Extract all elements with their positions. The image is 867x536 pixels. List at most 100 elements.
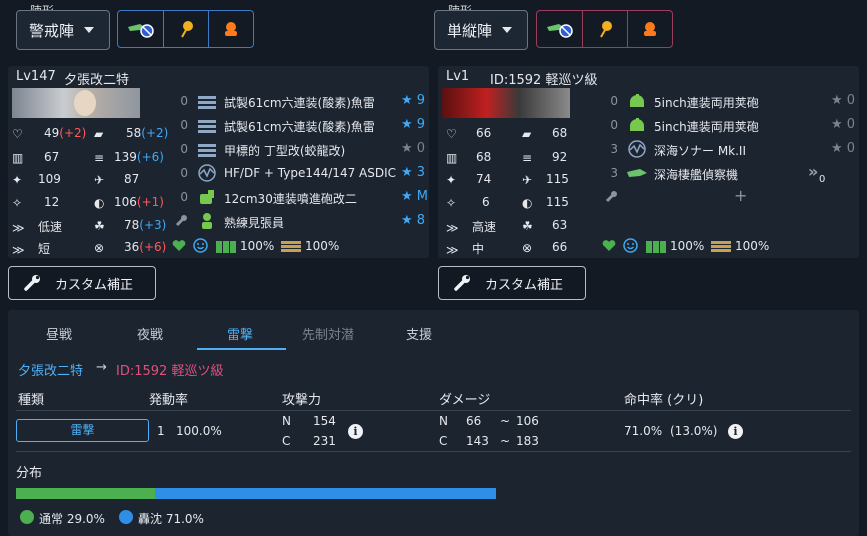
col-header-type: 種類 [18,393,45,408]
slot-name[interactable]: 深海棲艦偵察機 [654,166,738,183]
stat-asw-mod: (+6) [136,150,164,164]
col-header-accuracy: 命中率 (クリ) [624,393,704,408]
firepower-icon: ✦ [446,173,457,187]
slot-improvement: ★ 8 [401,213,426,228]
ammo-value: 100% [735,239,770,253]
torpedo-equip-icon [198,120,216,133]
stat-asw: 139 [114,150,137,164]
armor-icon: ▰ [522,127,532,141]
custom-modifier-label: カスタム補正 [485,277,564,293]
torpedo-equip-icon [198,96,216,109]
balloon-icon [600,21,612,38]
ammo-icon [711,241,731,252]
damage-crit-max: 183 [516,434,539,448]
custom-modifier-button[interactable]: カスタム補正 [8,266,156,300]
active-tab-indicator [197,348,286,350]
recon-plane-icon [627,169,647,177]
battle-result-panel: 昼戦 夜戦 雷撃 先制対潜 支援 夕張改二特 → ID:1592 軽巡ツ級 種類… [8,310,859,536]
stat-luck-mod: (+3) [139,218,167,232]
asw-icon: ≡ [94,151,105,165]
tab-night-battle[interactable]: 夜戦 [137,324,163,343]
table-divider [16,410,851,411]
chevron-down-icon [502,27,513,33]
stat-torpedo: 12 [44,195,60,209]
damage-tilde: ~ [500,414,511,428]
slot-count: 3 [610,166,618,180]
attack-info-icon[interactable]: i [348,424,363,439]
slot-name[interactable]: 試製61cm六連装(酸素)魚雷 [224,118,375,135]
slot-name[interactable]: 5inch連装両用荚砲 [654,118,759,135]
ammo-value: 100% [305,239,340,253]
accuracy-info-icon[interactable]: i [728,424,743,439]
ship-portrait [74,90,96,116]
slot-improvement: ★ 0 [831,93,856,108]
heart-icon [602,240,616,251]
slot-name[interactable]: 甲標的 丁型改(蛟龍改) [224,142,345,159]
slot-count: 0 [180,166,188,180]
firepower-icon: ✦ [12,173,23,187]
slot-count: 0 [610,118,618,132]
chevron-down-icon [84,27,95,33]
flagship-protect-button[interactable] [627,11,672,47]
attack-rate: 100.0% [176,424,222,438]
balloon-button[interactable] [163,11,208,47]
ship-level: Lv1 [446,69,470,84]
tab-day-battle[interactable]: 昼戦 [46,324,72,343]
stat-aa: 87 [124,172,140,186]
table-divider [16,451,851,452]
attack-crit-value: 231 [313,434,336,448]
balloon-icon [181,21,193,38]
stat-speed: 高速 [472,220,497,234]
slot-improvement: ★ 9 [401,117,426,132]
ship-banner-image [12,88,140,118]
armor-icon: ▰ [94,127,104,141]
enemy-formation-select[interactable]: 単縦陣 [434,10,528,50]
stat-hp-mod: (+2) [59,126,87,140]
slot-name[interactable]: 12cm30連装噴進砲改二 [224,190,357,207]
proficiency-icon: » [808,162,819,181]
tab-opening-asw[interactable]: 先制対潜 [302,324,354,343]
attacker-name: 夕張改二特 [18,364,84,379]
slot-name[interactable]: HF/DF + Type144/147 ASDIC [224,166,396,180]
tab-support[interactable]: 支援 [406,324,432,343]
enemy-custom-modifier-button[interactable]: カスタム補正 [438,266,586,300]
aa-icon: ✈ [522,173,533,187]
stat-luck: 78 [124,218,140,232]
smile-icon [623,238,638,253]
sink-legend-dot [119,510,133,524]
slot-name[interactable]: 試製61cm六連装(酸素)魚雷 [224,94,375,111]
slot-name[interactable]: 5inch連装両用荚砲 [654,94,759,111]
ally-ship-card[interactable]: Lv147 夕張改二特 ♡ 49 (+2) ▥ 67 ✦ 109 ✧ 12 ≫ 低速 ≫ 短 … [8,66,429,258]
flagship-protect-button[interactable] [208,11,253,47]
formation-select[interactable]: 警戒陣 [16,10,110,50]
fighter-power-button[interactable] [118,11,163,47]
hp-icon: ♡ [446,127,457,141]
stat-speed: 低速 [38,220,63,234]
col-header-damage: ダメージ [439,393,491,408]
slot-name[interactable]: 深海ソナー Mk.II [654,142,746,159]
stat-luck: 63 [552,218,568,232]
attack-type-badge[interactable]: 雷撃 [16,419,149,442]
stat-torpedo: 6 [482,195,490,209]
col-header-attack: 攻撃力 [282,393,322,408]
stat-evasion: 67 [44,150,60,164]
stat-hp: 66 [476,126,492,140]
normal-legend-label: 通常 29.0% [39,512,105,526]
evasion-icon: ▥ [446,151,458,165]
slot-improvement: ★ 0 [831,117,856,132]
normal-legend-dot [20,510,34,524]
sonar-icon [198,164,216,182]
enemy-ship-card[interactable]: Lv1 ID:1592 軽巡ツ級 ♡ 66 ▥ 68 ✦ 74 ✧ 6 ≫ 高速 ≫ 中 ▰… [438,66,859,258]
fighter-power-button[interactable] [537,11,582,47]
slot-improvement: ★ 3 [401,165,426,180]
hp-icon: ♡ [12,127,23,141]
balloon-button[interactable] [582,11,627,47]
aa-icon: ✈ [94,173,105,187]
lookout-icon [202,213,212,229]
slot-name[interactable]: 熟練見張員 [224,214,284,231]
damage-tilde: ~ [500,434,511,448]
stat-hp: 49 [44,126,60,140]
add-equipment-icon[interactable]: + [734,186,747,205]
stat-asw: 92 [552,150,568,164]
tab-torpedo[interactable]: 雷撃 [227,324,253,343]
